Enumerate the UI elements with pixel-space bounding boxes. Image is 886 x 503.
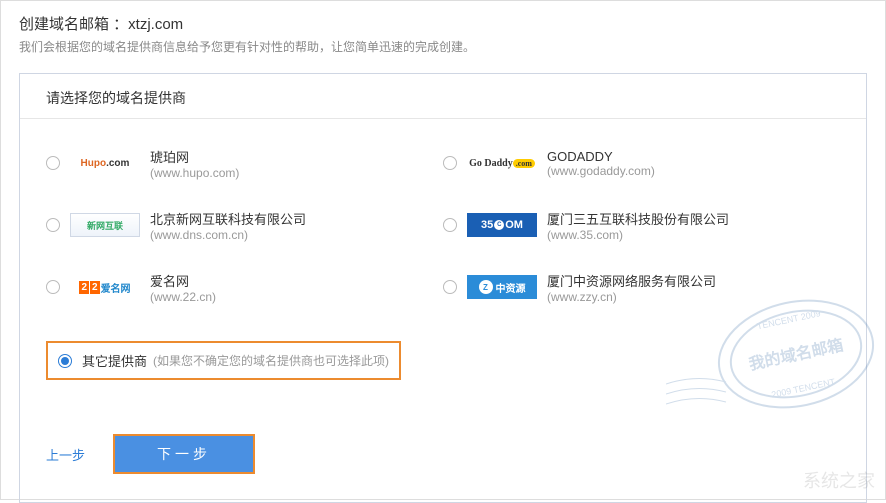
radio-icon[interactable] [443,280,457,294]
provider-35[interactable]: 35COM 厦门三五互联科技股份有限公司 (www.35.com) [443,207,840,243]
provider-info: 北京新网互联科技有限公司 (www.dns.com.cn) [150,209,306,242]
provider-info: 爱名网 (www.22.cn) [150,271,216,304]
radio-icon[interactable] [46,156,60,170]
hupo-logo: Hupo.com [70,151,140,175]
watermark: 系统之家 [803,467,875,493]
other-label: 其它提供商 [82,351,147,370]
provider-url: (www.zzy.cn) [547,290,716,304]
provider-info: 厦门中资源网络服务有限公司 (www.zzy.cn) [547,271,716,304]
provider-dns[interactable]: 新网互联 北京新网互联科技有限公司 (www.dns.com.cn) [46,207,443,243]
provider-info: 琥珀网 (www.hupo.com) [150,147,239,180]
prev-button[interactable]: 上一步 [46,445,85,464]
page-subtitle: 我们会根据您的域名提供商信息给予您更有针对性的帮助，让您简单迅速的完成创建。 [19,38,867,55]
provider-col-left: Hupo.com 琥珀网 (www.hupo.com) 新网互联 北京新网互联科… [46,145,443,331]
radio-icon[interactable] [443,218,457,232]
page-title: 创建域名邮箱 ：xtzj.com [19,13,867,34]
provider-name: 北京新网互联科技有限公司 [150,209,306,228]
svg-text:我的域名邮箱: 我的域名邮箱 [747,335,845,374]
radio-icon[interactable] [46,218,60,232]
provider-url: (www.hupo.com) [150,166,239,180]
dns-logo: 新网互联 [70,213,140,237]
provider-name: GODADDY [547,149,655,164]
actions: 上一步 下一步 [46,434,255,474]
provider-name: 厦门中资源网络服务有限公司 [547,271,716,290]
header: 创建域名邮箱 ：xtzj.com 我们会根据您的域名提供商信息给予您更有针对性的… [1,1,885,63]
provider-zzy[interactable]: Z中资源 厦门中资源网络服务有限公司 (www.zzy.cn) [443,269,840,305]
provider-col-right: Go Daddy.com GODADDY (www.godaddy.com) 3… [443,145,840,331]
panel-title: 请选择您的域名提供商 [20,74,866,119]
provider-list: Hupo.com 琥珀网 (www.hupo.com) 新网互联 北京新网互联科… [20,119,866,341]
provider-url: (www.22.cn) [150,290,216,304]
22-logo: 22爱名网 [70,275,140,299]
provider-godaddy[interactable]: Go Daddy.com GODADDY (www.godaddy.com) [443,145,840,181]
provider-22[interactable]: 22爱名网 爱名网 (www.22.cn) [46,269,443,305]
provider-other[interactable]: 其它提供商 (如果您不确定您的域名提供商也可选择此项) [46,341,401,380]
provider-name: 厦门三五互联科技股份有限公司 [547,209,729,228]
radio-icon[interactable] [46,280,60,294]
35-logo: 35COM [467,213,537,237]
other-hint: (如果您不确定您的域名提供商也可选择此项) [153,352,389,369]
provider-name: 爱名网 [150,271,216,290]
provider-info: 厦门三五互联科技股份有限公司 (www.35.com) [547,209,729,242]
provider-info: GODADDY (www.godaddy.com) [547,149,655,178]
godaddy-logo: Go Daddy.com [467,151,537,175]
radio-icon[interactable] [443,156,457,170]
svg-text:2009 TENCENT: 2009 TENCENT [771,376,837,399]
provider-name: 琥珀网 [150,147,239,166]
next-button[interactable]: 下一步 [113,434,255,474]
provider-url: (www.godaddy.com) [547,164,655,178]
provider-url: (www.dns.com.cn) [150,228,306,242]
provider-url: (www.35.com) [547,228,729,242]
radio-icon[interactable] [58,354,72,368]
zzy-logo: Z中资源 [467,275,537,299]
provider-panel: 请选择您的域名提供商 Hupo.com 琥珀网 (www.hupo.com) 新… [19,73,867,503]
provider-hupo[interactable]: Hupo.com 琥珀网 (www.hupo.com) [46,145,443,181]
